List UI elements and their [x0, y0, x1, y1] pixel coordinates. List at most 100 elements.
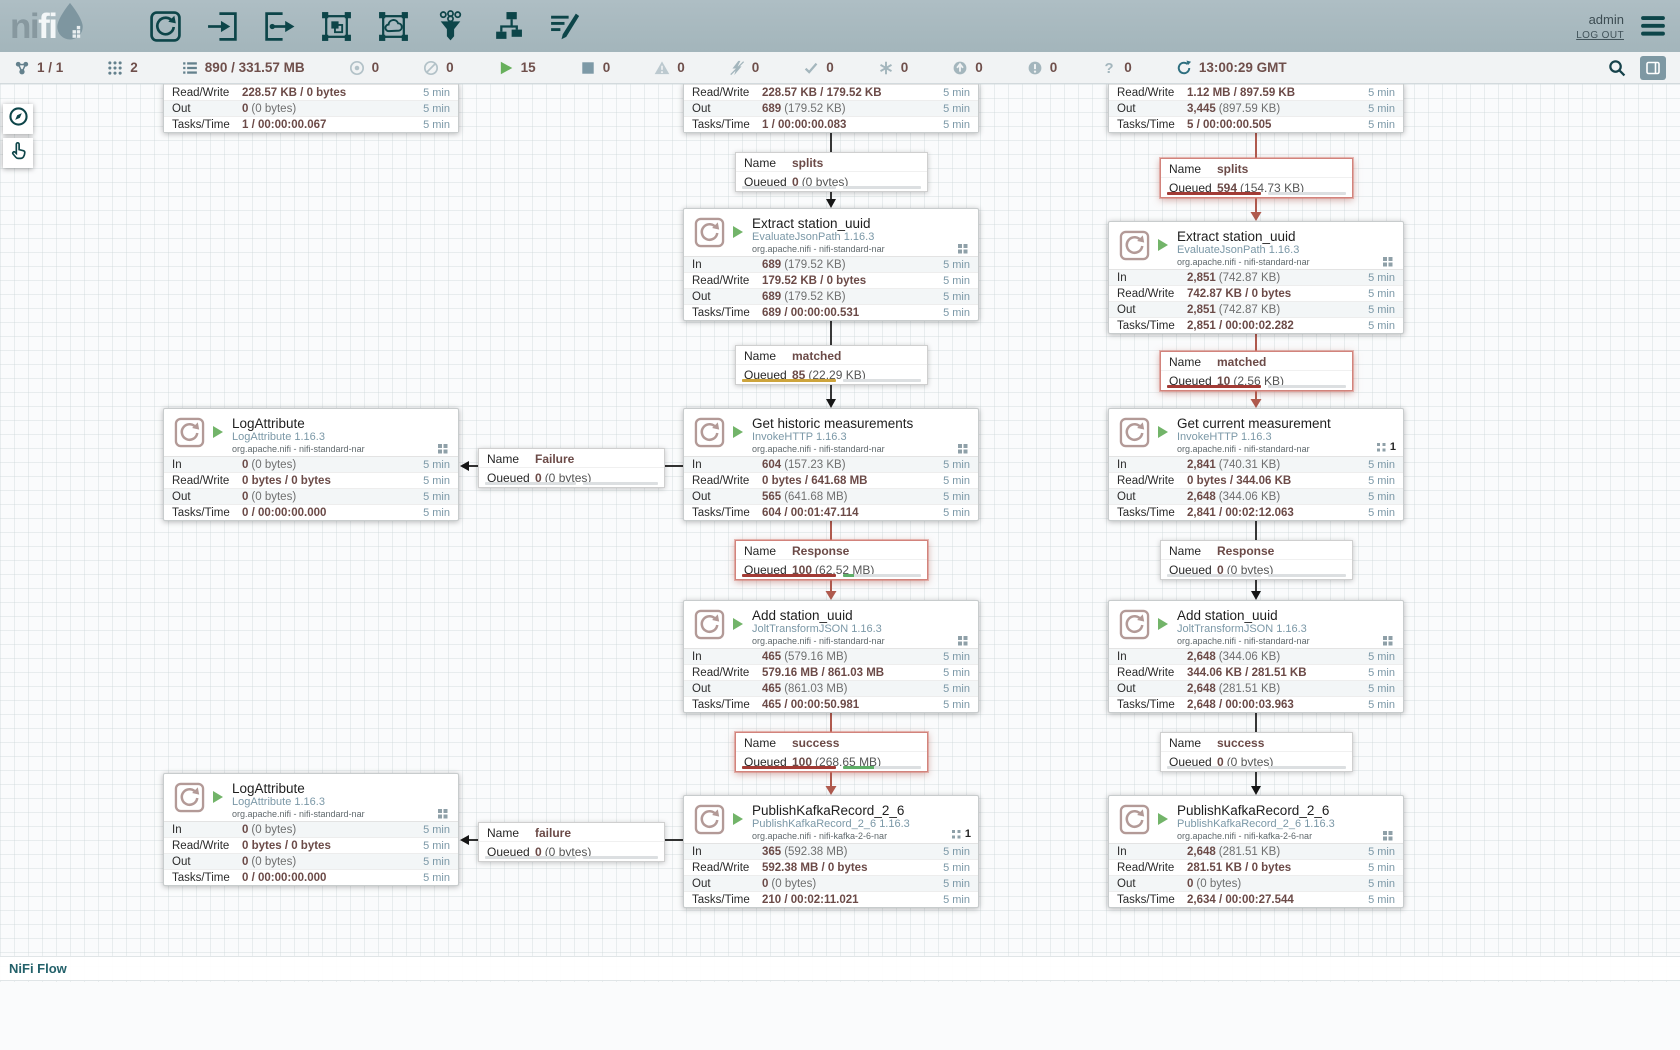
stat-value: 689(179.52 KB)	[762, 103, 943, 115]
threads-grid-icon	[958, 636, 967, 645]
stat-row: Out 565(641.68 MB) 5 min	[684, 488, 978, 504]
running-icon	[498, 60, 514, 76]
global-menu-icon[interactable]	[1640, 15, 1666, 37]
stat-value: 689 / 00:00:00.531	[762, 307, 943, 319]
template-icon[interactable]	[491, 10, 524, 43]
hand-pointer-icon	[8, 140, 29, 166]
processor-type: InvokeHTTP 1.16.3	[1177, 431, 1395, 444]
stat-window: 5 min	[1368, 119, 1395, 131]
stat-window: 5 min	[423, 475, 450, 487]
status-item: 1 / 1	[14, 60, 63, 76]
processor-left-top-partial[interactable]: Read/Write 228.57 KB / 0 bytes 5 min Out…	[163, 84, 459, 133]
status-bar: 1 / 1 2 890 / 331.57 MB 0 0 15 0 0 0 0 0…	[0, 52, 1680, 84]
stat-value: 1 / 00:00:00.083	[762, 119, 943, 131]
connection-name-value: success	[792, 736, 839, 750]
connection-label-matched-right[interactable]: Name matched Queued 10(2.56 KB)	[1160, 351, 1353, 391]
stat-label: Read/Write	[1117, 87, 1187, 99]
stat-row: Out 689(179.52 KB) 5 min	[684, 100, 978, 116]
processor-stats: Read/Write 228.57 KB / 179.52 KB 5 min O…	[684, 84, 978, 132]
input-port-icon[interactable]	[206, 10, 239, 43]
status-value: 0	[603, 60, 611, 75]
stat-row: In 2,851(742.87 KB) 5 min	[1109, 270, 1403, 285]
backpressure-bars	[742, 186, 921, 189]
stat-value: 592.38 MB / 0 bytes	[762, 862, 943, 874]
search-icon[interactable]	[1608, 59, 1626, 77]
connection-label-failure-bottom-left[interactable]: Name failure Queued 0(0 bytes)	[478, 822, 665, 862]
processor-log-attribute-2[interactable]: LogAttribute LogAttribute 1.16.3 org.apa…	[163, 773, 459, 886]
output-port-icon[interactable]	[263, 10, 296, 43]
connection-label-matched-mid[interactable]: Name matched Queued 85(22.29 KB)	[735, 345, 928, 385]
connection-label-success-right[interactable]: Name success Queued 0(0 bytes)	[1160, 732, 1353, 772]
stat-window: 5 min	[423, 840, 450, 852]
remote-process-group-icon[interactable]	[377, 10, 410, 43]
stat-label: Out	[692, 683, 762, 695]
active-thread-count-badge	[1383, 257, 1396, 266]
processor-right-top-partial[interactable]: Read/Write 1.12 MB / 897.59 KB 5 min Out…	[1108, 84, 1404, 133]
status-item: 0	[1027, 60, 1058, 76]
processor-add-station-uuid-mid[interactable]: Add station_uuid JoltTransformJSON 1.16.…	[683, 600, 979, 713]
running-status-icon	[1158, 426, 1168, 438]
connection-label-splits-mid[interactable]: Name splits Queued 0(0 bytes)	[735, 152, 928, 192]
stat-value: 565(641.68 MB)	[762, 491, 943, 503]
connection-label-response-mid[interactable]: Name Response Queued 100(62.52 MB)	[735, 540, 928, 580]
status-item: 0	[729, 60, 760, 76]
stat-value: 0 bytes / 344.06 KB	[1187, 475, 1368, 487]
flow-canvas[interactable]: NiFi Flow Read/Write 228.57 KB / 0 bytes…	[0, 84, 1680, 1050]
stat-label: Read/Write	[692, 275, 762, 287]
process-group-icon[interactable]	[320, 10, 353, 43]
object-threshold-bar	[742, 186, 836, 189]
stat-value: 2,851(742.87 KB)	[1187, 272, 1368, 284]
funnel-icon[interactable]	[434, 10, 467, 43]
breadcrumb[interactable]: NiFi Flow	[9, 961, 67, 976]
processor-name: Extract station_uuid	[1177, 229, 1395, 244]
processor-get-current-measurement[interactable]: Get current measurement InvokeHTTP 1.16.…	[1108, 408, 1404, 521]
running-status-icon	[733, 618, 743, 630]
operate-palette-button[interactable]	[3, 138, 33, 168]
stat-label: In	[692, 846, 762, 858]
processor-publish-kafka-record-mid[interactable]: PublishKafkaRecord_2_6 PublishKafkaRecor…	[683, 795, 979, 908]
stat-label: In	[1117, 459, 1187, 471]
processor-type-icon	[1119, 230, 1150, 261]
stat-value: 0(0 bytes)	[1187, 878, 1368, 890]
processor-type: EvaluateJsonPath 1.16.3	[752, 231, 970, 244]
connection-label-failure-top-left[interactable]: Name Failure Queued 0(0 bytes)	[478, 448, 665, 488]
label-icon[interactable]	[548, 10, 581, 43]
connection-label-splits-right[interactable]: Name splits Queued 594(154.73 KB)	[1160, 158, 1353, 198]
connection-label-success-mid[interactable]: Name success Queued 100(268.65 MB)	[735, 732, 928, 772]
stat-window: 5 min	[943, 507, 970, 519]
stat-value: 0 bytes / 0 bytes	[242, 840, 423, 852]
threads-grid-icon	[952, 830, 961, 839]
processor-type-icon	[174, 782, 205, 813]
stat-label: Out	[1117, 103, 1187, 115]
stat-window: 5 min	[423, 507, 450, 519]
processor-get-historic-measurements[interactable]: Get historic measurements InvokeHTTP 1.1…	[683, 408, 979, 521]
processor-publish-kafka-record-right[interactable]: PublishKafkaRecord_2_6 PublishKafkaRecor…	[1108, 795, 1404, 908]
stat-row: Read/Write 0 bytes / 344.06 KB 5 min	[1109, 472, 1403, 488]
backpressure-bars	[742, 574, 921, 577]
processor-add-station-uuid-right[interactable]: Add station_uuid JoltTransformJSON 1.16.…	[1108, 600, 1404, 713]
processor-icon[interactable]	[149, 10, 182, 43]
status-value: 0	[1050, 60, 1058, 75]
processor-extract-station-uuid-mid[interactable]: Extract station_uuid EvaluateJsonPath 1.…	[683, 208, 979, 321]
processor-log-attribute-1[interactable]: LogAttribute LogAttribute 1.16.3 org.apa…	[163, 408, 459, 521]
panel-toggle-button[interactable]	[1640, 56, 1666, 80]
stat-label: In	[692, 651, 762, 663]
size-threshold-bar	[1268, 574, 1346, 577]
processor-mid-top-partial[interactable]: Read/Write 228.57 KB / 179.52 KB 5 min O…	[683, 84, 979, 133]
navigate-palette-button[interactable]	[3, 104, 33, 134]
stat-window: 5 min	[943, 259, 970, 271]
stat-value: 2,648(281.51 KB)	[1187, 846, 1368, 858]
active-thread-count-badge	[1383, 636, 1396, 645]
thread-count: 1	[965, 828, 971, 840]
stat-window: 5 min	[1368, 667, 1395, 679]
stat-window: 5 min	[1368, 491, 1395, 503]
logout-link[interactable]: LOG OUT	[1576, 30, 1624, 41]
connection-label-response-right[interactable]: Name Response Queued 0(0 bytes)	[1160, 540, 1353, 580]
stat-row: Out 0(0 bytes) 5 min	[684, 875, 978, 891]
status-value: 0	[901, 60, 909, 75]
backpressure-bars	[485, 482, 658, 485]
stat-value: 0(0 bytes)	[242, 491, 423, 503]
processor-type: EvaluateJsonPath 1.16.3	[1177, 244, 1395, 257]
status-item: 0	[654, 60, 685, 76]
processor-extract-station-uuid-right[interactable]: Extract station_uuid EvaluateJsonPath 1.…	[1108, 221, 1404, 334]
